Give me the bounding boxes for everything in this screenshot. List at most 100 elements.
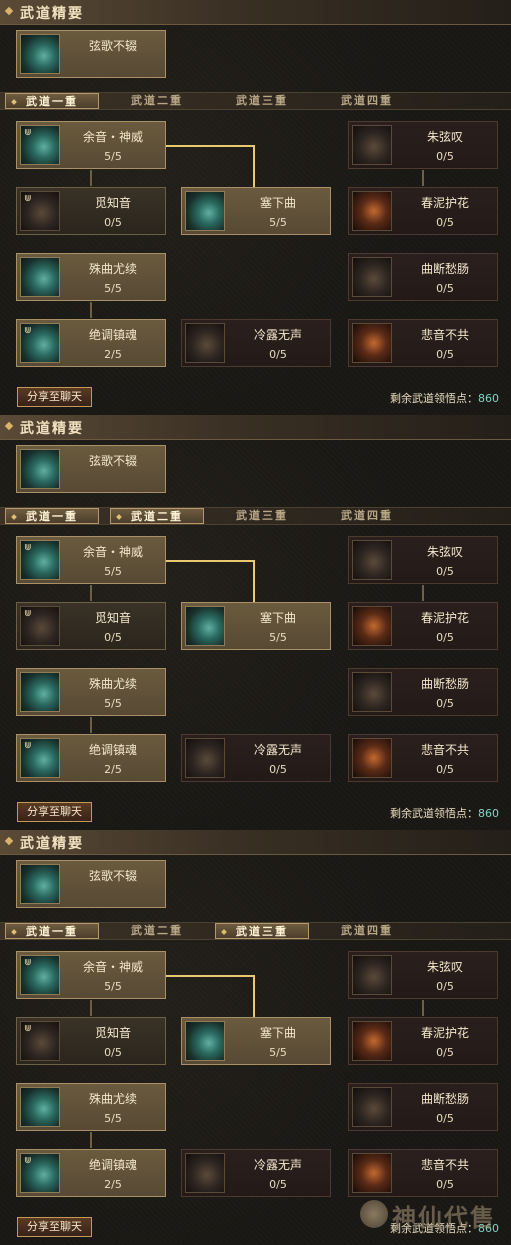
skill-card-beiyin[interactable]: 悲音不共 0/5 [348,1149,498,1197]
skill-card-mizhi[interactable]: ⋓ 觅知音 0/5 [16,1017,166,1065]
skill-name: 冷露无声 [253,328,302,342]
skill-card-beiyin[interactable]: 悲音不共 0/5 [348,734,498,782]
skill-icon [352,540,392,580]
tab-tier-4[interactable]: 武道四重 [320,508,414,524]
tab-tier-3[interactable]: 武道三重 [215,93,309,109]
skill-card-saixia[interactable]: 塞下曲 5/5 [181,602,331,650]
skill-card-chunni[interactable]: 春泥护花 0/5 [348,187,498,235]
skill-level: 5/5 [269,216,287,229]
skill-card-juediao[interactable]: ⋓ 绝调镇魂 2/5 [16,1149,166,1197]
connector-line [253,975,255,1017]
skill-card-lenglu[interactable]: 冷露无声 0/5 [181,734,331,782]
skill-level: 5/5 [269,1046,287,1059]
essence-skill-card[interactable]: 弦歌不辍 [16,445,166,493]
skill-card-mizhi[interactable]: ⋓ 觅知音 0/5 [16,602,166,650]
skill-name: 冷露无声 [253,1158,302,1172]
connector-line [90,1132,92,1148]
skill-card-shuqu[interactable]: 殊曲尤续 5/5 [16,1083,166,1131]
skill-icon [352,257,392,297]
skill-name: 冷露无声 [253,743,302,757]
tier-tabs: 武道一重 武道二重 武道三重 武道四重 [0,92,511,110]
skill-level: 0/5 [104,1046,122,1059]
skill-card-juediao[interactable]: ⋓ 绝调镇魂 2/5 [16,319,166,367]
skill-icon [185,1153,225,1193]
essence-skill-icon [20,864,60,904]
tab-tier-1[interactable]: 武道一重 [5,93,99,109]
skill-name: 塞下曲 [259,196,296,210]
skill-card-yuyin[interactable]: ⋓ 余音・神威 5/5 [16,536,166,584]
tab-tier-1[interactable]: 武道一重 [5,508,99,524]
skill-card-saixia[interactable]: 塞下曲 5/5 [181,1017,331,1065]
skill-level: 0/5 [436,980,454,993]
tab-tier-4[interactable]: 武道四重 [320,923,414,939]
section-header: 武道精要 [0,0,511,25]
skill-card-chunni[interactable]: 春泥护花 0/5 [348,602,498,650]
skill-card-mizhi[interactable]: ⋓ 觅知音 0/5 [16,187,166,235]
essence-skill-card[interactable]: 弦歌不辍 [16,30,166,78]
tab-tier-2[interactable]: 武道二重 [110,508,204,524]
connector-line [90,585,92,601]
section-title: 武道精要 [20,421,84,437]
share-to-chat-button[interactable]: 分享至聊天 [17,387,92,407]
skill-card-zhuxian[interactable]: 朱弦叹 0/5 [348,951,498,999]
skill-icon: ⋓ [20,738,60,778]
skill-name: 春泥护花 [420,196,469,210]
section-title: 武道精要 [20,836,84,852]
section-title: 武道精要 [20,6,84,22]
skill-icon: ⋓ [20,955,60,995]
share-to-chat-button[interactable]: 分享至聊天 [17,802,92,822]
skill-card-shuqu[interactable]: 殊曲尤续 5/5 [16,668,166,716]
tab-tier-2[interactable]: 武道二重 [110,93,204,109]
skill-name: 绝调镇魂 [88,743,137,757]
skill-card-chunni[interactable]: 春泥护花 0/5 [348,1017,498,1065]
skill-card-lenglu[interactable]: 冷露无声 0/5 [181,1149,331,1197]
skill-level: 0/5 [436,1112,454,1125]
skill-level: 0/5 [436,348,454,361]
skill-card-quduan[interactable]: 曲断愁肠 0/5 [348,1083,498,1131]
connector-line [90,170,92,186]
skill-name: 觅知音 [94,611,131,625]
skill-card-yuyin[interactable]: ⋓ 余音・神威 5/5 [16,121,166,169]
diamond-icon [4,836,14,846]
skill-icon [185,1021,225,1061]
skill-card-shuqu[interactable]: 殊曲尤续 5/5 [16,253,166,301]
skill-card-yuyin[interactable]: ⋓ 余音・神威 5/5 [16,951,166,999]
skill-card-zhuxian[interactable]: 朱弦叹 0/5 [348,121,498,169]
skill-card-juediao[interactable]: ⋓ 绝调镇魂 2/5 [16,734,166,782]
skill-card-saixia[interactable]: 塞下曲 5/5 [181,187,331,235]
connector-line [422,1000,424,1016]
connector-line [253,145,255,187]
skill-icon [352,955,392,995]
skill-card-beiyin[interactable]: 悲音不共 0/5 [348,319,498,367]
tab-diamond-icon [116,514,122,520]
tab-tier-3[interactable]: 武道三重 [215,923,309,939]
skill-card-zhuxian[interactable]: 朱弦叹 0/5 [348,536,498,584]
skill-name: 春泥护花 [420,1026,469,1040]
tab-tier-2[interactable]: 武道二重 [110,923,204,939]
skill-card-quduan[interactable]: 曲断愁肠 0/5 [348,668,498,716]
skill-icon [20,257,60,297]
skill-icon: ⋓ [20,323,60,363]
skill-icon [352,606,392,646]
skill-name: 余音・神威 [82,960,143,974]
skill-icon: ⋓ [20,1021,60,1061]
skill-icon: ⋓ [20,1153,60,1193]
essence-skill-card[interactable]: 弦歌不辍 [16,860,166,908]
skill-card-quduan[interactable]: 曲断愁肠 0/5 [348,253,498,301]
skill-card-lenglu[interactable]: 冷露无声 0/5 [181,319,331,367]
skill-name: 朱弦叹 [426,960,463,974]
skill-level: 5/5 [104,697,122,710]
skill-level: 0/5 [436,216,454,229]
tab-diamond-icon [221,929,227,935]
tab-label: 武道四重 [341,509,393,522]
skill-icon [352,323,392,363]
remaining-points: 剩余武道领悟点：860 [390,805,499,821]
essence-skill-icon [20,34,60,74]
tab-tier-3[interactable]: 武道三重 [215,508,309,524]
skill-icon: ⋓ [20,125,60,165]
watermark-text: 神仙代售 [392,1203,496,1232]
tab-tier-1[interactable]: 武道一重 [5,923,99,939]
share-to-chat-button[interactable]: 分享至聊天 [17,1217,92,1237]
skill-level: 5/5 [269,631,287,644]
tab-tier-4[interactable]: 武道四重 [320,93,414,109]
